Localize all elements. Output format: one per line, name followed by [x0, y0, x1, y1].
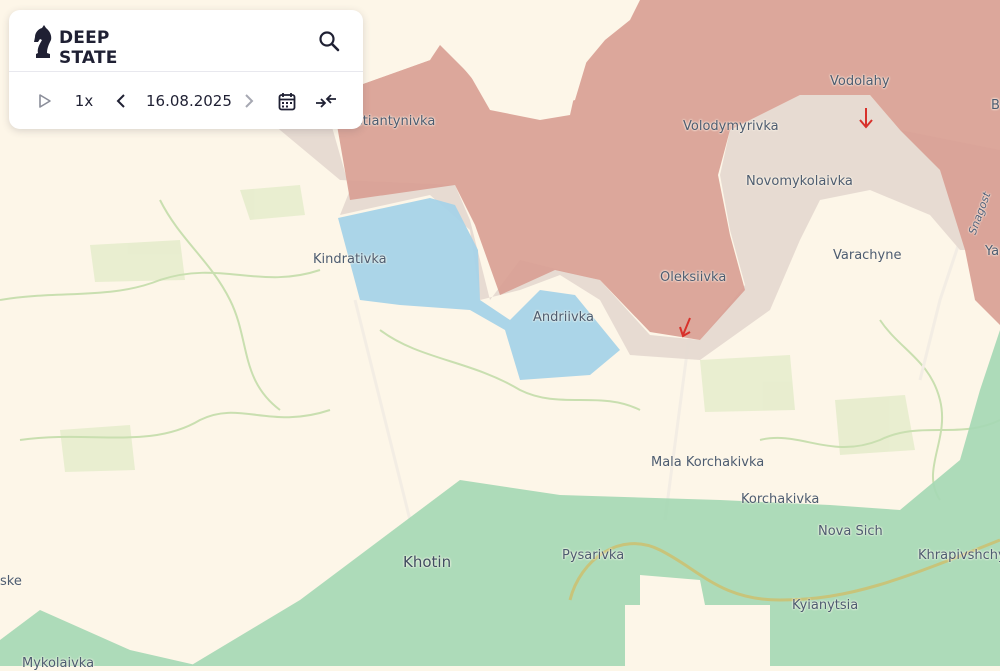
place-mykolaivka[interactable]: Mykolaivka — [22, 656, 94, 671]
search-button[interactable] — [315, 27, 343, 55]
place-nova-sich[interactable]: Nova Sich — [818, 524, 883, 539]
deepstate-logo[interactable]: DEEP STATE — [32, 20, 132, 68]
place-novomykolaivka[interactable]: Novomykolaivka — [746, 174, 853, 189]
place-sske[interactable]: ske — [0, 574, 22, 589]
play-icon — [39, 94, 51, 108]
playback-speed-button[interactable]: 1x — [72, 89, 96, 113]
place-yablunivka[interactable]: Ya — [985, 244, 999, 259]
play-button[interactable] — [35, 90, 55, 112]
place-khotin[interactable]: Khotin — [403, 553, 451, 571]
logo-text-deep: DEEP — [59, 28, 110, 48]
chevron-left-icon — [116, 94, 125, 108]
current-date[interactable]: 16.08.2025 — [146, 92, 232, 110]
next-date-button[interactable] — [240, 90, 258, 112]
logo-text-state: STATE — [59, 48, 118, 68]
place-khrapivshchyna[interactable]: Khrapivshchy — [918, 548, 1000, 563]
calendar-icon — [278, 92, 296, 110]
place-vodolahy[interactable]: Vodolahy — [830, 74, 890, 89]
compare-button[interactable] — [312, 89, 340, 113]
place-b-edge[interactable]: B — [991, 98, 1000, 113]
compress-arrows-icon — [316, 94, 336, 108]
knight-logo-icon — [34, 25, 52, 58]
panel-divider — [9, 71, 363, 72]
place-mala-korchakivka[interactable]: Mala Korchakivka — [651, 455, 764, 470]
place-oleksiivka[interactable]: Oleksiivka — [660, 270, 726, 285]
search-icon — [319, 31, 340, 52]
place-andriivka[interactable]: Andriivka — [533, 310, 594, 325]
place-pysarivka[interactable]: Pysarivka — [562, 548, 624, 563]
place-kostiantynivka[interactable]: stiantynivka — [356, 114, 435, 129]
previous-date-button[interactable] — [112, 90, 130, 112]
place-varachyne[interactable]: Varachyne — [833, 248, 901, 263]
place-kyianytsia[interactable]: Kyianytsia — [792, 598, 858, 613]
place-korchakivka[interactable]: Korchakivka — [741, 492, 819, 507]
place-volodymyrivka[interactable]: Volodymyrivka — [683, 119, 779, 134]
chevron-right-icon — [245, 94, 254, 108]
calendar-button[interactable] — [276, 89, 298, 113]
place-kindrativka[interactable]: Kindrativka — [313, 252, 387, 267]
timeline-panel: DEEP STATE 1x 16.08.2025 — [9, 10, 363, 129]
